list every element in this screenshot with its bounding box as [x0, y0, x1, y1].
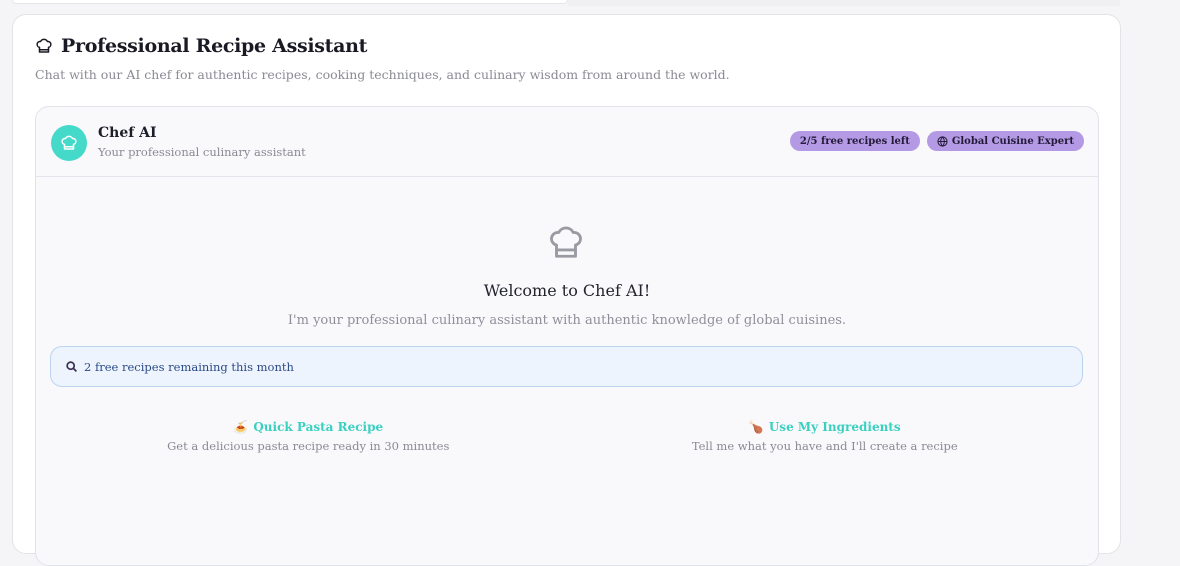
expertise-badge: Global Cuisine Expert [926, 131, 1084, 151]
suggestion-description: Get a delicious pasta recipe ready in 30… [167, 439, 450, 453]
free-recipes-badge: 2/5 free recipes left [789, 131, 920, 151]
header-badges: 2/5 free recipes left Global Cuisine Exp… [789, 131, 1084, 151]
welcome-subtitle: I'm your professional culinary assistant… [287, 313, 847, 328]
card-header: Professional Recipe Assistant [35, 35, 367, 57]
chef-avatar [51, 125, 87, 161]
suggestion-title-label: Use My Ingredients [768, 420, 901, 434]
assistant-tagline: Your professional culinary assistant [98, 145, 306, 159]
chat-panel: Chef AI Your professional culinary assis… [35, 106, 1099, 566]
drumstick-icon: 🍗 [748, 420, 764, 434]
page-title: Professional Recipe Assistant [61, 35, 368, 57]
chef-hat-icon [547, 222, 585, 262]
suggestions: 🍝 Quick Pasta Recipe Get a delicious pas… [50, 416, 1083, 453]
chef-hat-icon [61, 135, 77, 150]
page-subtitle: Chat with our AI chef for authentic reci… [35, 67, 730, 82]
assistant-name: Chef AI [98, 125, 157, 141]
suggestion-title-label: Quick Pasta Recipe [253, 420, 384, 434]
chat-header: Chef AI Your professional culinary assis… [36, 107, 1098, 177]
previous-card-edge [12, 0, 568, 4]
free-recipes-notice: 2 free recipes remaining this month [50, 346, 1083, 387]
expertise-badge-label: Global Cuisine Expert [951, 135, 1074, 147]
recipe-assistant-card: Professional Recipe Assistant Chat with … [12, 14, 1121, 566]
page-top-background [568, 0, 1120, 6]
notice-text: 2 free recipes remaining this month [84, 359, 294, 374]
suggestion-use-ingredients[interactable]: 🍗 Use My Ingredients Tell me what you ha… [567, 416, 1084, 453]
chef-hat-icon [35, 37, 53, 55]
free-recipes-badge-label: 2/5 free recipes left [799, 135, 910, 147]
suggestion-description: Tell me what you have and I'll create a … [691, 439, 958, 453]
suggestion-title: 🍗 Use My Ingredients [749, 420, 901, 434]
pasta-icon: 🍝 [233, 420, 249, 434]
welcome-title: Welcome to Chef AI! [483, 281, 651, 300]
suggestion-title: 🍝 Quick Pasta Recipe [233, 420, 383, 434]
suggestion-quick-pasta[interactable]: 🍝 Quick Pasta Recipe Get a delicious pas… [50, 416, 567, 453]
search-icon [66, 361, 77, 372]
globe-icon [937, 135, 948, 147]
